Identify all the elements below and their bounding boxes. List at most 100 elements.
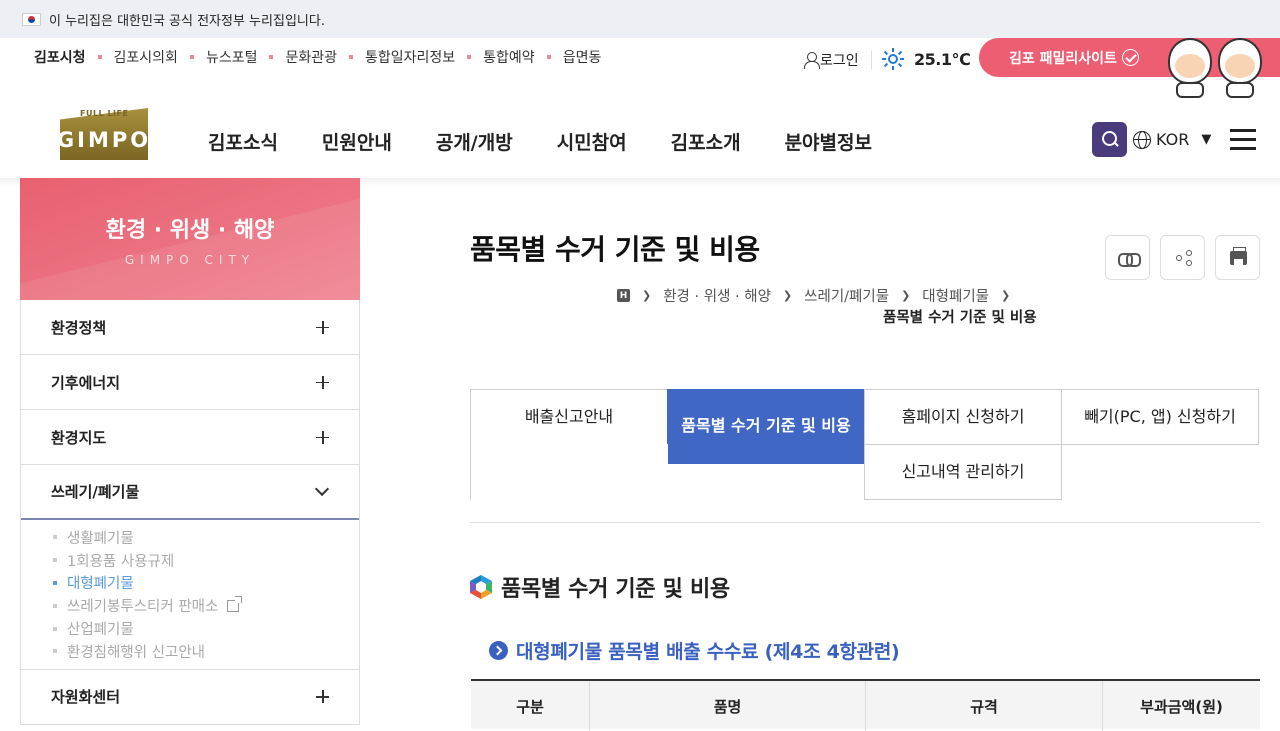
table-header-category: 구분 (471, 681, 590, 731)
lnb-item-label: 환경지도 (51, 428, 107, 447)
lnb-item-label: 자원화센터 (51, 688, 121, 707)
mascot-image (1166, 38, 1214, 100)
printer-icon (1230, 247, 1247, 265)
home-icon[interactable]: H (617, 289, 630, 302)
gov-banner: 이 누리집은 대한민국 공식 전자정부 누리집입니다. (0, 0, 1280, 38)
copy-link-button[interactable] (1105, 235, 1150, 280)
top-link-towns[interactable]: 읍면동 (563, 47, 602, 67)
sub-item-disposable[interactable]: 1회용품 사용규제 (53, 549, 359, 572)
top-link-news[interactable]: 뉴스포털 (206, 47, 258, 67)
plus-icon (316, 375, 329, 389)
lnb-item-climate[interactable]: 기후에너지 (21, 355, 359, 410)
gnb-item-about[interactable]: 김포소개 (671, 128, 741, 155)
lnb-item-label: 기후에너지 (51, 373, 121, 392)
divider (871, 51, 872, 69)
left-navigation: 환경정책 기후에너지 환경지도 쓰레기/폐기물 생활폐기물 1회용품 사용규제 … (20, 300, 360, 725)
language-selector[interactable]: KOR ▼ (1133, 130, 1211, 149)
tab-web-apply[interactable]: 홈페이지 신청하기 (864, 389, 1062, 445)
gnb-item-news[interactable]: 김포소식 (208, 128, 278, 155)
sub-item-household-waste[interactable]: 생활폐기물 (53, 526, 359, 549)
chevron-down-icon (314, 481, 330, 497)
main-navigation: 김포소식 민원안내 공개/개방 시민참여 김포소개 분야별정보 (208, 128, 916, 155)
top-link-reservation[interactable]: 통합예약 (483, 47, 535, 67)
tab-empty (470, 444, 668, 500)
table-header-spec: 규격 (866, 681, 1103, 731)
section-subtitle: 대형폐기물 품목별 배출 수수료 (제4조 4항관련) (489, 637, 900, 664)
breadcrumb-item[interactable]: 쓰레기/폐기물 (804, 285, 889, 306)
gnb-item-civil[interactable]: 민원안내 (322, 128, 392, 155)
breadcrumb-item[interactable]: 대형폐기물 (922, 285, 989, 306)
plus-icon (316, 690, 329, 704)
top-links: 김포시청 김포시의회 뉴스포털 문화관광 통합일자리정보 통합예약 읍면동 (34, 46, 601, 68)
link-separator (546, 55, 551, 59)
section-subtitle-text: 대형폐기물 품목별 배출 수수료 (제4조 4항관련) (516, 641, 900, 663)
plus-icon (316, 320, 329, 334)
sun-icon (882, 48, 904, 70)
share-button[interactable] (1160, 235, 1205, 280)
login-button[interactable]: 로그인 (804, 50, 859, 70)
gnb-item-participation[interactable]: 시민참여 (557, 128, 627, 155)
caret-down-icon: ▼ (1201, 132, 1212, 147)
link-separator (349, 55, 353, 59)
lnb-subtitle: GIMPO CITY (124, 253, 256, 267)
lnb-item-policy[interactable]: 환경정책 (21, 300, 359, 355)
check-circle-icon (1121, 49, 1139, 66)
gnb-item-fields[interactable]: 분야별정보 (785, 128, 872, 155)
external-link-icon (227, 595, 243, 612)
link-separator (269, 55, 274, 59)
logo-subtext: FULL LIFE (80, 109, 129, 118)
sub-item-label: 쓰레기봉투스티커 판매소 (67, 599, 219, 616)
lnb-header: 환경 · 위생 · 해양 GIMPO CITY (20, 178, 360, 300)
top-link-jobs[interactable]: 통합일자리정보 (365, 47, 455, 67)
chevron-right-icon: ❯ (782, 289, 793, 302)
sub-item-industrial[interactable]: 산업폐기물 (53, 617, 359, 640)
arrow-circle-icon (489, 641, 508, 660)
breadcrumb-item[interactable]: 환경 · 위생 · 해양 (663, 285, 771, 306)
share-icon (1186, 250, 1192, 256)
link-separator (97, 55, 102, 59)
logo-text: GIMPO (56, 128, 152, 152)
family-site-label: 김포 패밀리사이트 (1009, 50, 1117, 67)
lnb-item-map[interactable]: 환경지도 (21, 410, 359, 465)
lnb-item-label: 환경정책 (51, 318, 107, 337)
print-button[interactable] (1215, 235, 1260, 280)
divider (470, 522, 1260, 523)
language-label: KOR (1156, 130, 1190, 149)
link-icon (1118, 253, 1141, 267)
top-link-council[interactable]: 김포시의회 (114, 47, 178, 67)
weather-widget: 25.1℃ (882, 48, 971, 70)
gov-banner-text: 이 누리집은 대한민국 공식 전자정부 누리집입니다. (49, 13, 325, 29)
lnb-title: 환경 · 위생 · 해양 (105, 218, 275, 243)
lnb-item-waste[interactable]: 쓰레기/폐기물 (21, 465, 359, 520)
section-title-text: 품목별 수거 기준 및 비용 (501, 577, 730, 602)
chevron-right-icon: ❯ (642, 289, 652, 302)
temperature: 25.1℃ (914, 49, 971, 69)
search-button[interactable] (1092, 122, 1127, 157)
lnb-item-recycling-center[interactable]: 자원화센터 (21, 670, 359, 725)
gnb-item-open[interactable]: 공개/개방 (436, 128, 513, 155)
top-link-gimpo-city[interactable]: 김포시청 (34, 47, 86, 67)
tab-manage-reports[interactable]: 신고내역 관리하기 (864, 444, 1062, 500)
top-link-tourism[interactable]: 문화관광 (285, 47, 337, 67)
login-label: 로그인 (820, 53, 859, 69)
user-icon (804, 52, 820, 69)
breadcrumb: H ❯ 환경 · 위생 · 해양 ❯ 쓰레기/폐기물 ❯ 대형폐기물 ❯ (617, 285, 1022, 306)
tab-item-criteria[interactable]: 품목별 수거 기준 및 비용 (667, 389, 865, 464)
section-title: 품목별 수거 기준 및 비용 (470, 571, 730, 603)
page-title: 품목별 수거 기준 및 비용 (470, 233, 760, 266)
globe-icon (1133, 130, 1151, 149)
sub-item-report[interactable]: 환경침해행위 신고안내 (53, 640, 359, 663)
lnb-item-label: 쓰레기/폐기물 (51, 483, 140, 501)
plus-icon (316, 430, 329, 444)
tab-app-apply[interactable]: 빼기(PC, 앱) 신청하기 (1061, 389, 1259, 445)
table-header-fee: 부과금액(원) (1140, 697, 1223, 716)
hamburger-menu-button[interactable] (1230, 129, 1256, 151)
chevron-right-icon: ❯ (1001, 289, 1011, 302)
mascot-image (1216, 38, 1264, 100)
tab-report-guide[interactable]: 배출신고안내 (470, 389, 668, 445)
hexagon-icon (470, 575, 492, 599)
sub-item-bulky-waste[interactable]: 대형폐기물 (53, 572, 359, 595)
sub-item-bag-shops[interactable]: 쓰레기봉투스티커 판매소 (53, 594, 359, 617)
link-separator (467, 55, 472, 59)
table-header-item: 품명 (590, 681, 866, 731)
